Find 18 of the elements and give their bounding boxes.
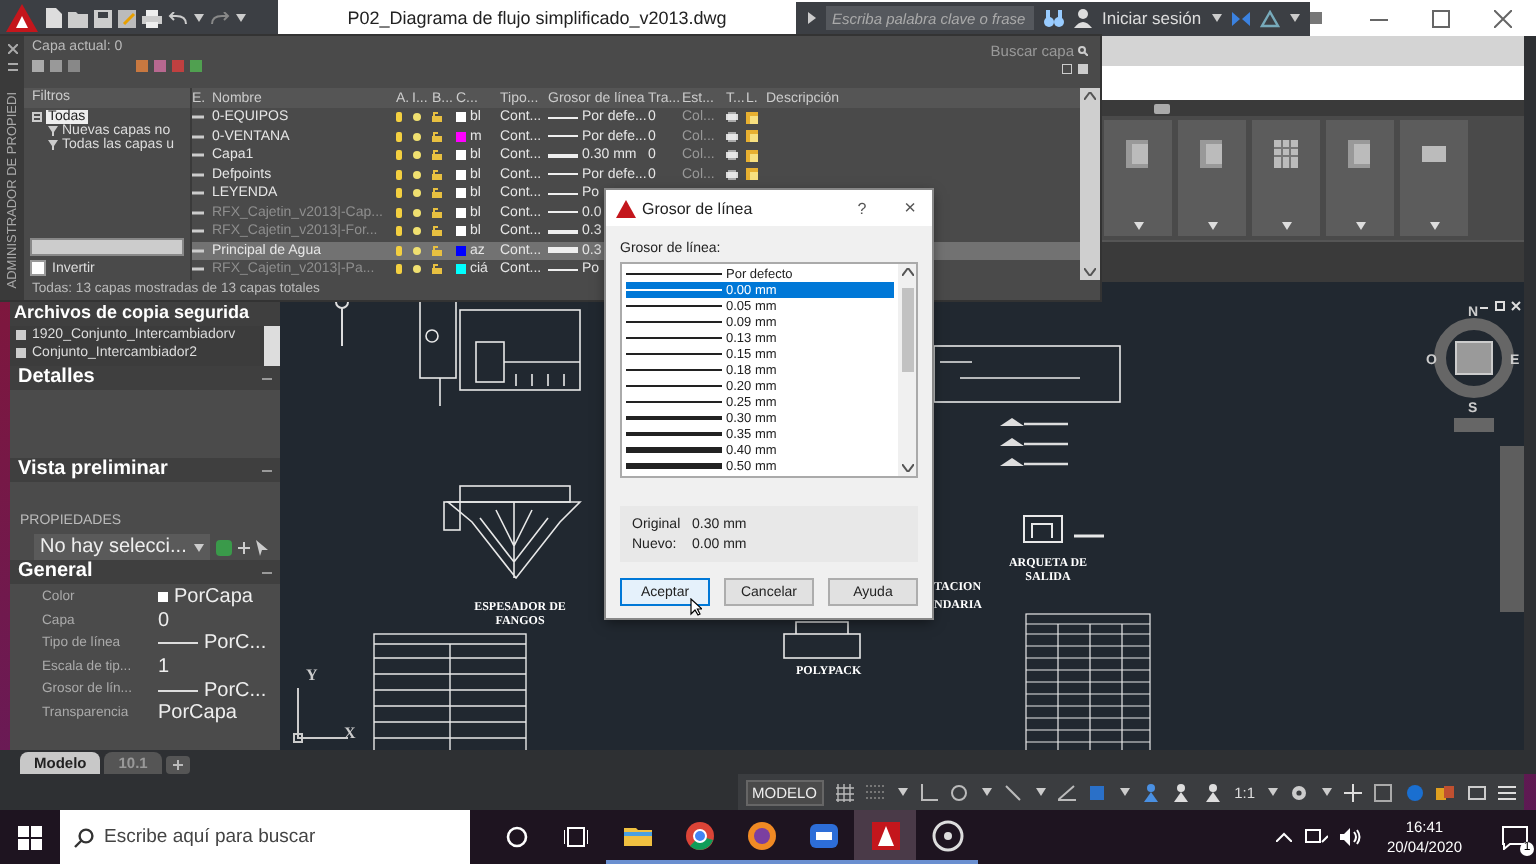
sign-in-link[interactable]: Iniciar sesión	[1102, 8, 1202, 28]
palette-title: Detalles	[18, 366, 95, 390]
property-value[interactable]: 1	[158, 656, 170, 679]
close-button[interactable]: ×	[904, 197, 916, 219]
property-value[interactable]: 0	[158, 609, 170, 632]
dialog-title: Grosor de línea	[642, 199, 755, 217]
window-title: P02_Diagrama de flujo simplificado_v2013.dwg	[345, 8, 729, 28]
property-value[interactable]: PorCapa	[158, 702, 237, 725]
search-field[interactable]: Escribe aquí para buscar	[60, 810, 470, 864]
property-value[interactable]: PorCapa	[174, 586, 253, 609]
axis-label: Y	[306, 668, 318, 682]
selection-dropdown[interactable]: No hay selecci...	[34, 534, 210, 560]
section-title: General	[18, 560, 93, 584]
help-button[interactable]: ?	[857, 199, 867, 217]
palette-title: Vista preliminar	[18, 458, 168, 482]
property-value[interactable]: PorC...	[204, 632, 267, 655]
property-value[interactable]: PorC...	[204, 679, 267, 702]
palette-title: Archivos de copia segurida	[10, 300, 280, 326]
